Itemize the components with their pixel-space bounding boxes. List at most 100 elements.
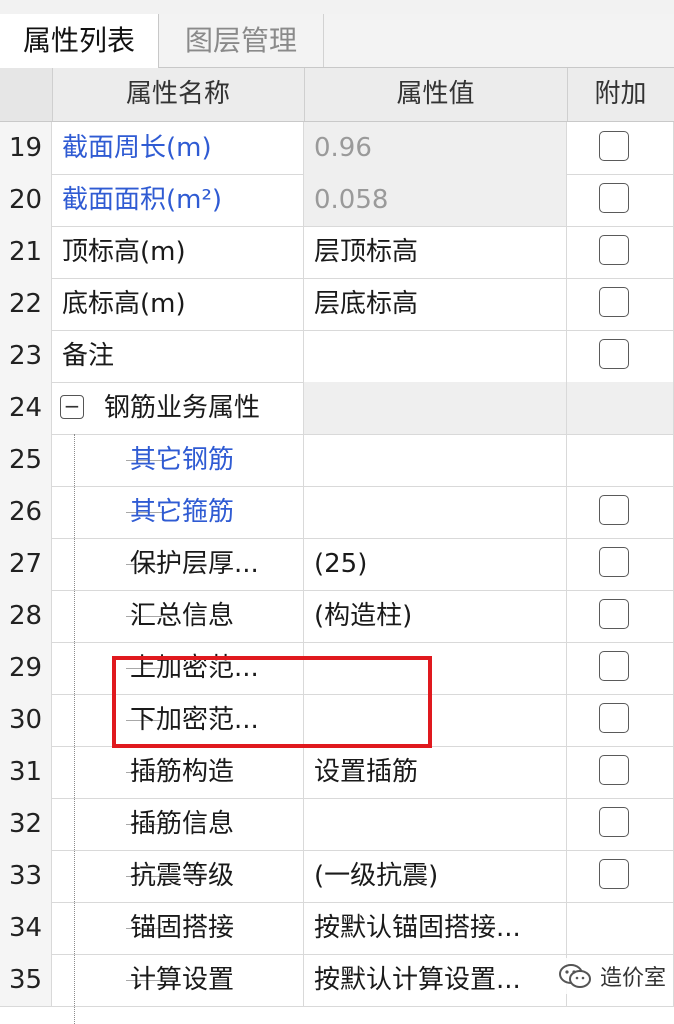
extra-cell	[567, 642, 674, 694]
row-number: 31	[0, 746, 52, 798]
table-row[interactable]: 19 截面周长(m) 0.96	[0, 122, 674, 175]
extra-checkbox[interactable]	[599, 287, 629, 317]
row-number: 32	[0, 798, 52, 850]
row-number: 25	[0, 434, 52, 486]
table-row[interactable]: 23 备注	[0, 330, 674, 383]
extra-checkbox[interactable]	[599, 131, 629, 161]
extra-checkbox[interactable]	[599, 859, 629, 889]
table-row[interactable]: 29 上加密范...	[0, 642, 674, 695]
table-row[interactable]: 32 插筋信息	[0, 798, 674, 851]
row-number: 23	[0, 330, 52, 382]
table-row[interactable]: 34 锚固搭接 按默认锚固搭接...	[0, 902, 674, 955]
property-value[interactable]: 层底标高	[304, 278, 567, 330]
property-value[interactable]	[304, 694, 567, 746]
property-value[interactable]	[304, 434, 567, 486]
header-property-value[interactable]: 属性值	[304, 68, 568, 121]
property-name[interactable]: 下加密范...	[52, 694, 304, 746]
extra-cell	[567, 382, 674, 434]
property-name-label: 插筋构造	[130, 757, 235, 787]
row-number: 34	[0, 902, 52, 954]
row-number: 20	[0, 174, 52, 226]
property-name[interactable]: 插筋构造	[52, 746, 304, 798]
property-name-label: 其它钢筋	[130, 445, 235, 475]
table-row[interactable]: 30 下加密范...	[0, 694, 674, 747]
extra-cell	[567, 226, 674, 278]
property-value[interactable]	[304, 642, 567, 694]
extra-cell	[567, 902, 674, 954]
extra-checkbox[interactable]	[599, 651, 629, 681]
window-top-strip	[0, 0, 674, 15]
header-property-name[interactable]: 属性名称	[52, 68, 305, 121]
property-value[interactable]: 按默认锚固搭接...	[304, 902, 567, 954]
extra-cell	[567, 486, 674, 538]
extra-checkbox[interactable]	[599, 547, 629, 577]
row-number: 29	[0, 642, 52, 694]
property-name-label: 上加密范...	[130, 653, 259, 683]
property-value[interactable]: 层顶标高	[304, 226, 567, 278]
row-number: 24	[0, 382, 52, 434]
row-number: 22	[0, 278, 52, 330]
property-value[interactable]: 按默认计算设置...	[304, 954, 567, 1006]
table-row[interactable]: 20 截面面积(m²) 0.058	[0, 174, 674, 227]
table-row[interactable]: 28 汇总信息 (构造柱)	[0, 590, 674, 643]
property-name-label: 保护层厚...	[130, 549, 259, 579]
tab-property-list[interactable]: 属性列表	[0, 14, 159, 68]
property-name[interactable]: 其它箍筋	[52, 486, 304, 538]
grid-header: 属性名称 属性值 附加	[0, 68, 674, 122]
extra-cell	[567, 850, 674, 902]
extra-checkbox[interactable]	[599, 807, 629, 837]
collapse-icon[interactable]: −	[60, 395, 84, 419]
extra-checkbox[interactable]	[599, 235, 629, 265]
property-value[interactable]	[304, 330, 567, 382]
extra-cell	[567, 746, 674, 798]
extra-cell	[567, 798, 674, 850]
property-name[interactable]: 底标高(m)	[52, 278, 304, 330]
table-row[interactable]: 27 保护层厚... (25)	[0, 538, 674, 591]
extra-checkbox[interactable]	[599, 339, 629, 369]
table-row[interactable]: 22 底标高(m) 层底标高	[0, 278, 674, 331]
property-name[interactable]: 截面面积(m²)	[52, 174, 304, 226]
property-value[interactable]: 设置插筋	[304, 746, 567, 798]
extra-checkbox[interactable]	[599, 755, 629, 785]
table-row-group[interactable]: 24 − 钢筋业务属性	[0, 382, 674, 435]
tab-layer-management[interactable]: 图层管理	[159, 14, 324, 67]
property-value[interactable]	[304, 798, 567, 850]
extra-checkbox[interactable]	[599, 599, 629, 629]
table-row[interactable]: 33 抗震等级 (一级抗震)	[0, 850, 674, 903]
property-name-label: 钢筋业务属性	[104, 393, 261, 423]
table-row[interactable]: 21 顶标高(m) 层顶标高	[0, 226, 674, 279]
row-number: 19	[0, 122, 52, 174]
property-name[interactable]: 备注	[52, 330, 304, 382]
table-row[interactable]: 31 插筋构造 设置插筋	[0, 746, 674, 799]
property-name[interactable]: 其它钢筋	[52, 434, 304, 486]
property-name[interactable]: 抗震等级	[52, 850, 304, 902]
row-number: 27	[0, 538, 52, 590]
property-name[interactable]: 上加密范...	[52, 642, 304, 694]
extra-checkbox[interactable]	[599, 703, 629, 733]
property-name[interactable]: 汇总信息	[52, 590, 304, 642]
property-name[interactable]: 插筋信息	[52, 798, 304, 850]
extra-checkbox[interactable]	[599, 495, 629, 525]
property-value[interactable]: (一级抗震)	[304, 850, 567, 902]
property-name[interactable]: 计算设置	[52, 954, 304, 1006]
property-name-label: 插筋信息	[130, 809, 235, 839]
property-name[interactable]: 锚固搭接	[52, 902, 304, 954]
property-name-label: 其它箍筋	[130, 497, 235, 527]
header-extra[interactable]: 附加	[567, 68, 674, 121]
row-number: 26	[0, 486, 52, 538]
property-name[interactable]: 截面周长(m)	[52, 122, 304, 174]
property-value[interactable]: (25)	[304, 538, 567, 590]
property-value[interactable]	[304, 486, 567, 538]
property-name-label: 下加密范...	[130, 705, 259, 735]
extra-cell	[567, 590, 674, 642]
extra-cell	[567, 174, 674, 226]
extra-checkbox[interactable]	[599, 183, 629, 213]
property-name[interactable]: 保护层厚...	[52, 538, 304, 590]
row-number: 21	[0, 226, 52, 278]
table-row[interactable]: 25 其它钢筋	[0, 434, 674, 487]
property-name-label: 底标高(m)	[62, 289, 186, 319]
property-value[interactable]: (构造柱)	[304, 590, 567, 642]
property-name[interactable]: − 钢筋业务属性	[52, 382, 304, 434]
property-name[interactable]: 顶标高(m)	[52, 226, 304, 278]
table-row[interactable]: 26 其它箍筋	[0, 486, 674, 539]
